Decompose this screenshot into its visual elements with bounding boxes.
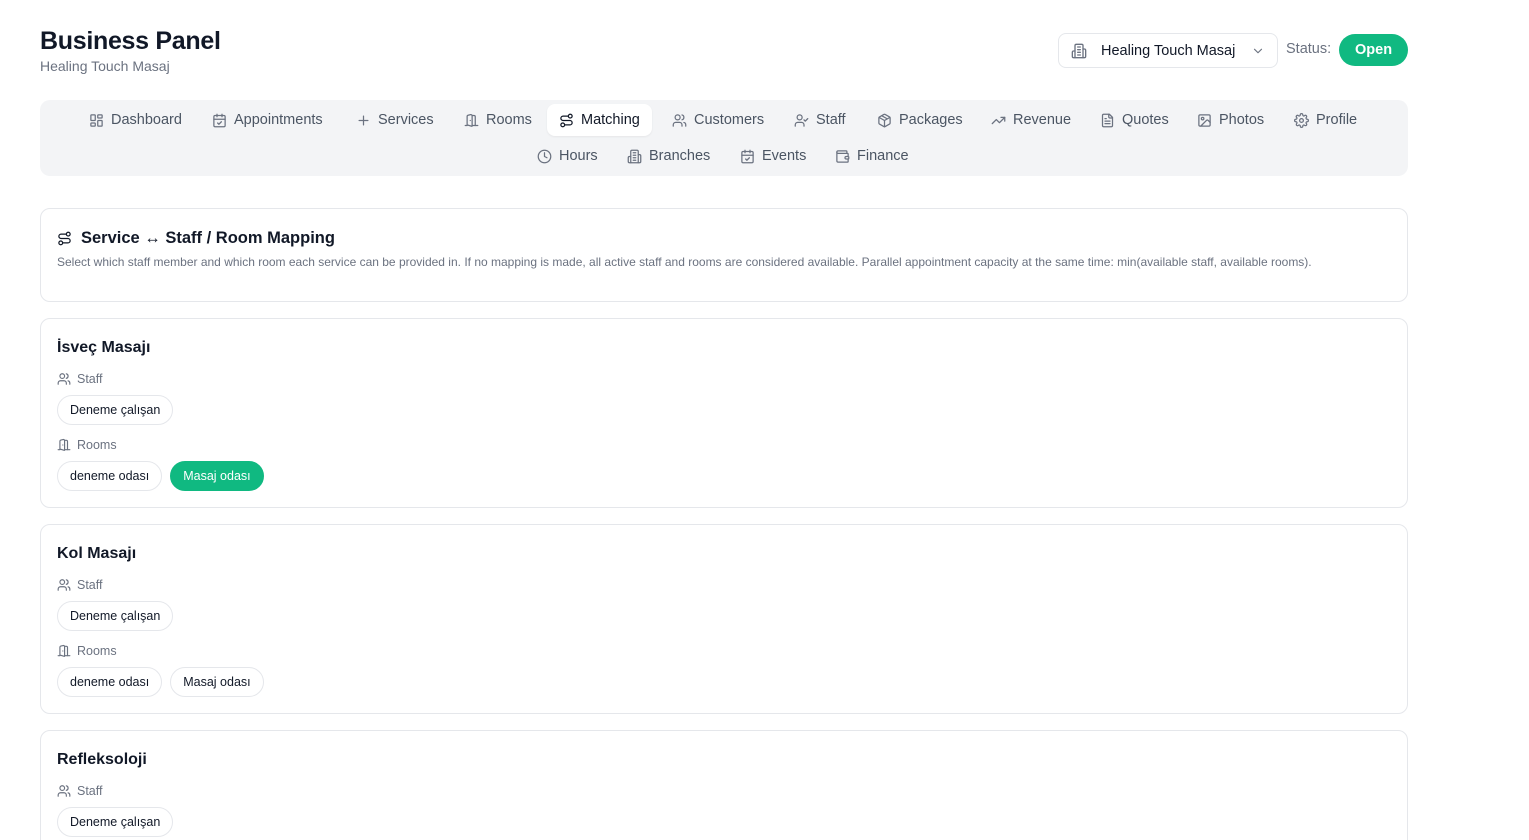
rooms-section-label: Rooms (57, 438, 117, 452)
business-panel: Business Panel Healing Touch Masaj Heali… (40, 0, 1409, 840)
tab-label: Finance (857, 148, 909, 164)
tab-label: Photos (1219, 112, 1265, 128)
tab-label: Staff (816, 112, 846, 128)
mapping-description: Select which staff member and which room… (57, 255, 1312, 269)
tab-label: Events (762, 148, 807, 164)
tab-label: Profile (1316, 112, 1358, 128)
staff-section-label: Staff (57, 372, 102, 386)
tab-events[interactable]: Events (728, 140, 818, 172)
tab-appointments[interactable]: Appointments (200, 104, 335, 136)
business-select-value: Healing Touch Masaj (1101, 42, 1236, 59)
tab-label: Packages (899, 112, 963, 128)
plus-icon (358, 115, 369, 125)
page-header: Business Panel Healing Touch Masaj Heali… (40, 0, 1409, 100)
users-icon (57, 579, 71, 591)
users-icon (672, 113, 687, 127)
tab-label: Appointments (234, 112, 323, 128)
grid-icon (90, 113, 103, 127)
user-check-icon (794, 113, 809, 127)
page-subtitle: Healing Touch Masaj (40, 58, 170, 74)
users-icon (57, 373, 71, 385)
gear-icon (1294, 112, 1309, 128)
tab-label: Quotes (1122, 112, 1169, 128)
rooms-section-label: Rooms (57, 644, 117, 658)
clock-icon (537, 149, 552, 163)
business-select[interactable]: Healing Touch Masaj (1058, 33, 1278, 68)
service-name: Refleksoloji (57, 751, 147, 768)
tab-revenue[interactable]: Revenue (979, 104, 1083, 136)
staff-chips: Deneme çalışan (57, 601, 174, 631)
service-card: Kol Masajı Staff Deneme çalışan Rooms de… (40, 524, 1408, 714)
tab-packages[interactable]: Packages (865, 104, 975, 136)
staff-chip[interactable]: Deneme çalışan (57, 601, 174, 631)
users-icon (57, 785, 71, 797)
staff-section-label: Staff (57, 578, 102, 592)
service-card: Refleksoloji Staff Deneme çalışan (40, 730, 1408, 840)
tab-dashboard[interactable]: Dashboard (77, 104, 194, 136)
calendar-check-icon (213, 113, 226, 127)
tab-label: Dashboard (111, 112, 182, 128)
tab-matching[interactable]: Matching (547, 104, 652, 136)
tab-label: Matching (581, 112, 640, 128)
route-icon (58, 231, 71, 246)
tab-label: Rooms (486, 112, 532, 128)
service-name: İsveç Masajı (57, 339, 151, 356)
room-chips: deneme odası Masaj odası (57, 667, 264, 697)
mapping-info-card: Service ↔ Staff / Room Mapping Select wh… (40, 208, 1408, 302)
door-icon (464, 113, 479, 127)
staff-chip[interactable]: Deneme çalışan (57, 395, 174, 425)
staff-section-label: Staff (57, 784, 102, 798)
trending-up-icon (991, 116, 1006, 124)
tab-services[interactable]: Services (344, 104, 446, 136)
tab-photos[interactable]: Photos (1185, 104, 1276, 136)
calendar-check-icon (741, 149, 754, 163)
tab-hours[interactable]: Hours (525, 140, 610, 172)
image-icon (1198, 113, 1211, 127)
tab-label: Customers (694, 112, 765, 128)
room-chips: deneme odası Masaj odası (57, 461, 264, 491)
tab-staff[interactable]: Staff (782, 104, 858, 136)
tab-profile[interactable]: Profile (1282, 104, 1369, 136)
staff-chip[interactable]: Deneme çalışan (57, 807, 174, 837)
staff-chips: Deneme çalışan (57, 395, 174, 425)
tab-customers[interactable]: Customers (660, 104, 776, 136)
nav-tabs: Dashboard Appointments Services Rooms Ma… (40, 100, 1408, 176)
building-icon (627, 149, 642, 163)
file-text-icon (1101, 113, 1114, 127)
tab-branches[interactable]: Branches (615, 140, 722, 172)
door-icon (57, 438, 71, 451)
staff-chips: Deneme çalışan (57, 807, 174, 837)
wallet-icon (836, 149, 850, 163)
mapping-title: Service ↔ Staff / Room Mapping (57, 229, 335, 248)
tab-finance[interactable]: Finance (823, 140, 921, 172)
room-chip[interactable]: Masaj odası (170, 667, 264, 697)
building-icon (1071, 43, 1087, 58)
route-icon (560, 113, 573, 127)
mapping-title-text: Service ↔ Staff / Room Mapping (81, 229, 335, 247)
door-icon (57, 644, 71, 657)
room-chip-selected[interactable]: Masaj odası (170, 461, 264, 491)
status-label: Status: (1286, 41, 1332, 57)
room-chip[interactable]: deneme odası (57, 461, 163, 491)
chevron-down-icon (1253, 48, 1263, 53)
service-name: Kol Masajı (57, 545, 137, 562)
tab-label: Branches (649, 148, 711, 164)
tab-label: Revenue (1013, 112, 1072, 128)
tab-label: Hours (559, 148, 598, 164)
service-card: İsveç Masajı Staff Deneme çalışan Rooms … (40, 318, 1408, 508)
tab-quotes[interactable]: Quotes (1088, 104, 1181, 136)
package-icon (878, 113, 891, 127)
tab-rooms[interactable]: Rooms (452, 104, 544, 136)
page-title: Business Panel (40, 27, 221, 55)
room-chip[interactable]: deneme odası (57, 667, 163, 697)
status-toggle[interactable]: Open (1339, 34, 1409, 66)
tab-label: Services (378, 112, 434, 128)
